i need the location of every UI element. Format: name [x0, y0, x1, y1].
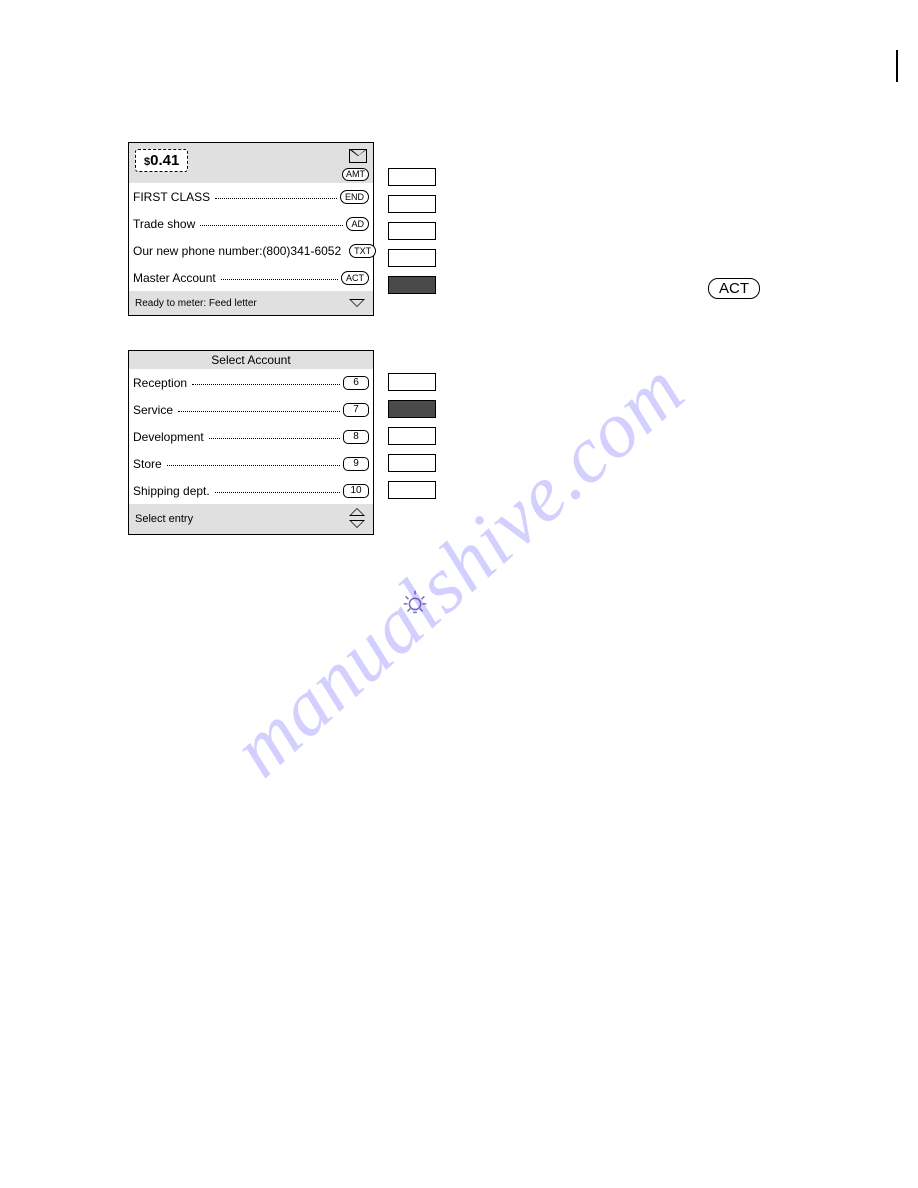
softkey-5[interactable]	[388, 276, 436, 294]
row-number: 7	[343, 403, 369, 417]
row-number: 6	[343, 376, 369, 390]
scroll-up-icon	[349, 508, 365, 516]
act-key-callout: ACT	[708, 278, 760, 299]
row-label: Development	[133, 430, 206, 444]
row-label: Shipping dept.	[133, 484, 212, 498]
screen-title: Select Account	[129, 351, 373, 369]
softkey-pill-txt: TXT	[349, 244, 376, 258]
softkey-4[interactable]	[388, 249, 436, 267]
softkey-2[interactable]	[388, 195, 436, 213]
leader-dots	[167, 465, 340, 466]
softkey-3[interactable]	[388, 222, 436, 240]
account-row-service[interactable]: Service 7	[129, 396, 373, 423]
lightbulb-tip-icon	[400, 587, 430, 622]
amount-box: $0.41	[135, 149, 188, 172]
page-margin-mark	[896, 50, 898, 82]
softkey-pill-ad: AD	[346, 217, 369, 231]
softkey-5[interactable]	[388, 481, 436, 499]
row-label: FIRST CLASS	[133, 190, 212, 204]
meter-home-screen: $0.41 AMT FIRST CLASS END Trade show AD …	[128, 142, 374, 316]
row-label: Store	[133, 457, 164, 471]
status-text: Ready to meter: Feed letter	[135, 298, 257, 309]
row-master-account: Master Account ACT	[129, 264, 373, 291]
account-row-shipping[interactable]: Shipping dept. 10	[129, 477, 373, 504]
row-trade-show: Trade show AD	[129, 210, 373, 237]
account-row-store[interactable]: Store 9	[129, 450, 373, 477]
softkey-pill-end: END	[340, 190, 369, 204]
row-label: Our new phone number:(800)341-6052	[133, 244, 343, 258]
softkey-pill-act: ACT	[341, 271, 369, 285]
leader-dots	[221, 279, 338, 280]
row-first-class: FIRST CLASS END	[129, 183, 373, 210]
leader-dots	[178, 411, 340, 412]
softkey-1[interactable]	[388, 373, 436, 391]
row-phone-number: Our new phone number:(800)341-6052 TXT	[129, 237, 373, 264]
row-label: Service	[133, 403, 175, 417]
leader-dots	[215, 492, 340, 493]
status-text: Select entry	[135, 513, 193, 525]
row-number: 8	[343, 430, 369, 444]
amt-softkey-label: AMT	[342, 168, 369, 181]
account-row-development[interactable]: Development 8	[129, 423, 373, 450]
softkey-1[interactable]	[388, 168, 436, 186]
screen-header: $0.41 AMT	[129, 143, 373, 183]
leader-dots	[200, 225, 343, 226]
status-bar: Select entry	[129, 504, 373, 534]
row-label: Master Account	[133, 271, 218, 285]
document-page: manualshive.com $0.41 AMT FIRST CLASS EN…	[0, 0, 918, 1188]
row-number: 10	[343, 484, 369, 498]
row-label: Trade show	[133, 217, 197, 231]
scroll-down-icon	[349, 520, 365, 528]
softkey-4[interactable]	[388, 454, 436, 472]
leader-dots	[209, 438, 340, 439]
softkey-3[interactable]	[388, 427, 436, 445]
envelope-icon	[349, 149, 367, 163]
status-bar: Ready to meter: Feed letter	[129, 291, 373, 315]
select-account-screen: Select Account Reception 6 Service 7 Dev…	[128, 350, 374, 535]
leader-dots	[192, 384, 340, 385]
account-row-reception[interactable]: Reception 6	[129, 369, 373, 396]
row-label: Reception	[133, 376, 189, 390]
leader-dots	[215, 198, 337, 199]
scroll-down-icon	[349, 299, 365, 307]
amount-value: 0.41	[150, 152, 179, 169]
softkey-2[interactable]	[388, 400, 436, 418]
row-number: 9	[343, 457, 369, 471]
